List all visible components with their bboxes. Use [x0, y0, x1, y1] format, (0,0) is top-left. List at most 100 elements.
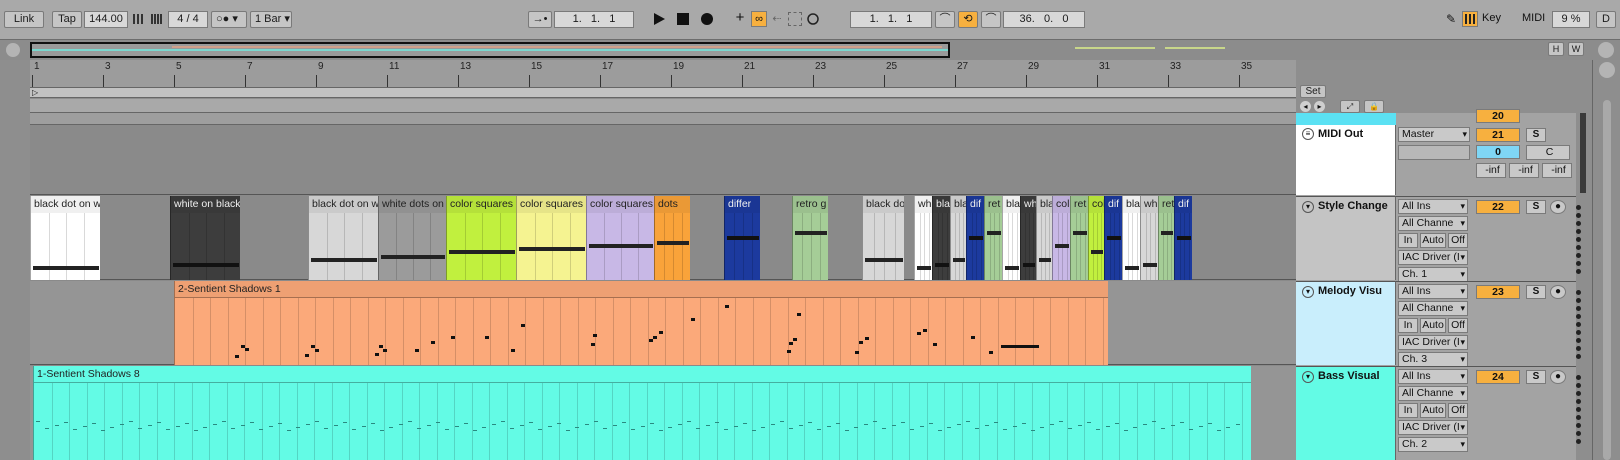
midi-note[interactable] [451, 336, 455, 339]
style-clip[interactable]: bla [1122, 196, 1140, 280]
set-locator-button[interactable]: Set [1300, 85, 1326, 98]
output-type-dropdown[interactable]: IAC Driver (I [1398, 420, 1468, 435]
midi-note[interactable] [928, 423, 933, 424]
midi-note[interactable] [352, 429, 357, 430]
midi-out-output-dropdown[interactable]: Master [1398, 127, 1470, 142]
midi-note[interactable] [361, 426, 366, 427]
follow-button[interactable]: →• [528, 11, 552, 28]
midi-note[interactable] [101, 430, 106, 431]
vertical-scrollbar[interactable] [1592, 60, 1620, 460]
midi-note[interactable] [129, 421, 133, 422]
loop-brace-strip[interactable]: ▷ [30, 88, 1296, 98]
output-channel-dropdown[interactable]: Ch. 2 [1398, 437, 1468, 452]
midi-note[interactable] [696, 428, 701, 429]
input-channel-dropdown[interactable]: All Channe [1398, 216, 1468, 231]
draw-mode-pencil-icon[interactable]: ✎ [1444, 12, 1458, 26]
monitor-off-button[interactable]: Off [1448, 403, 1468, 418]
melody-visu-header[interactable]: ▾ Melody Visu [1296, 281, 1396, 365]
style-clip[interactable]: dif [966, 196, 984, 280]
midi-out-output-channel[interactable] [1398, 145, 1470, 160]
midi-note[interactable] [1077, 425, 1082, 426]
midi-note[interactable] [659, 430, 664, 431]
midi-note[interactable] [383, 349, 387, 352]
midi-note[interactable] [1105, 426, 1110, 427]
midi-note[interactable] [705, 425, 710, 426]
style-clip[interactable]: retro g [792, 196, 828, 280]
bass-midi-clip[interactable]: 1-Sentient Shadows 8 [33, 366, 1251, 460]
midi-note[interactable] [845, 430, 850, 431]
midi-note[interactable] [797, 313, 801, 316]
track-activator[interactable]: 24 [1476, 370, 1520, 384]
midi-note[interactable] [761, 427, 766, 428]
midi-note[interactable] [166, 429, 171, 430]
midi-map-label[interactable]: MIDI [1522, 12, 1545, 24]
style-clip[interactable]: wh [914, 196, 932, 280]
record-icon[interactable] [700, 12, 714, 26]
lane-bass-visual[interactable]: 1-Sentient Shadows 8 [30, 366, 1296, 460]
midi-note[interactable] [463, 423, 468, 424]
track-name[interactable]: Style Change [1318, 200, 1394, 212]
midi-note[interactable] [415, 349, 419, 352]
midi-note[interactable] [482, 427, 487, 428]
midi-note[interactable] [687, 421, 691, 422]
browser-toggle-icon[interactable] [1598, 42, 1614, 58]
monitor-off-button[interactable]: Off [1448, 318, 1468, 333]
midi-note[interactable] [984, 425, 989, 426]
midi-note[interactable] [324, 428, 329, 429]
midi-out-volume[interactable]: 0 [1476, 145, 1520, 159]
midi-note[interactable] [375, 353, 379, 356]
lane-melody-visu[interactable]: 2-Sentient Shadows 1 [30, 281, 1296, 365]
monitor-auto-button[interactable]: Auto [1420, 403, 1446, 418]
midi-note[interactable] [82, 426, 87, 427]
automation-arm-icon[interactable]: ∞ [751, 11, 767, 27]
midi-note[interactable] [649, 339, 653, 342]
midi-note[interactable] [45, 428, 50, 429]
midi-note[interactable] [787, 350, 791, 353]
style-clip[interactable]: ret [1070, 196, 1088, 280]
midi-note[interactable] [91, 423, 96, 424]
time-signature-field[interactable]: 4 / 4 [168, 11, 208, 28]
scroll-thumb[interactable] [1603, 100, 1611, 460]
midi-out-activator[interactable]: 21 [1476, 128, 1520, 142]
midi-note[interactable] [445, 429, 450, 430]
midi-note[interactable] [1003, 429, 1008, 430]
midi-note[interactable] [789, 428, 794, 429]
overdub-plus-icon[interactable]: + [733, 10, 747, 26]
midi-note[interactable] [742, 423, 747, 424]
midi-note[interactable] [798, 425, 803, 426]
arrangement-overview[interactable]: H W [0, 40, 1620, 60]
style-clip[interactable]: dots [654, 196, 690, 280]
arrangement-lanes[interactable]: black dot on w white on black black dot on… [30, 113, 1296, 460]
midi-note[interactable] [408, 421, 412, 422]
midi-note[interactable] [575, 427, 580, 428]
midi-note[interactable] [770, 424, 775, 425]
midi-note[interactable] [175, 426, 180, 427]
optimize-height-button[interactable]: H [1548, 42, 1564, 56]
midi-note[interactable] [511, 349, 515, 352]
midi-note[interactable] [859, 341, 863, 344]
midi-note[interactable] [891, 425, 896, 426]
midi-note[interactable] [333, 425, 338, 426]
computer-midi-keyboard-icon[interactable] [1462, 11, 1478, 27]
midi-note[interactable] [649, 423, 654, 424]
session-record-icon[interactable] [806, 12, 820, 26]
midi-note[interactable] [1021, 423, 1026, 424]
midi-note[interactable] [231, 428, 236, 429]
style-clip[interactable]: black dot on w [308, 196, 378, 280]
midi-note[interactable] [315, 421, 319, 422]
midi-note[interactable] [156, 422, 161, 423]
style-clip[interactable]: color squares [516, 196, 586, 280]
midi-note[interactable] [956, 424, 961, 425]
midi-note[interactable] [714, 422, 719, 423]
style-clip[interactable]: bla [1036, 196, 1052, 280]
beat-time-ruler[interactable]: 1 3 5 7 9 11 13 15 17 19 21 23 25 27 29 31 33 35 [30, 60, 1296, 88]
midi-note[interactable] [566, 430, 571, 431]
quantize-dropdown[interactable]: 1 Bar ▾ [250, 11, 292, 28]
locator-strip[interactable] [30, 99, 1296, 113]
midi-note[interactable] [556, 423, 561, 424]
midi-note[interactable] [593, 334, 597, 337]
midi-note[interactable] [538, 429, 543, 430]
style-clip[interactable]: bla [950, 196, 966, 280]
track-name[interactable]: Melody Visu [1318, 285, 1394, 297]
solo-button[interactable]: S [1526, 370, 1546, 384]
